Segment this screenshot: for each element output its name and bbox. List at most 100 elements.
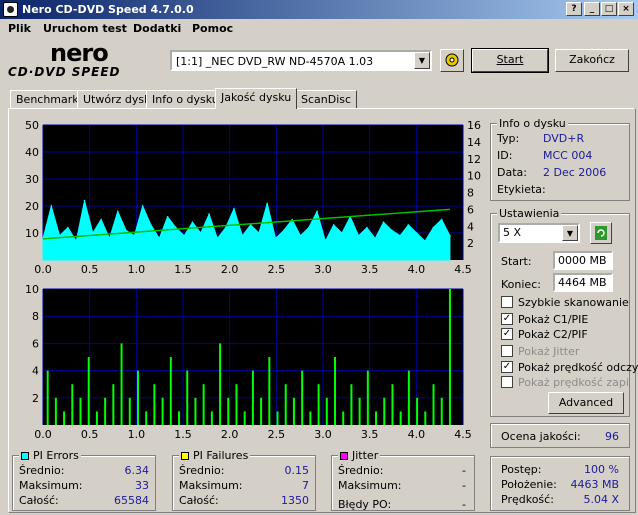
pie-point [299,234,302,237]
refresh-drive-button[interactable] [440,49,464,72]
pie-point [316,210,318,213]
x-tick-label: 3.5 [361,263,379,276]
pif-bar [79,397,82,425]
help-icon[interactable]: ? [566,2,582,16]
pie-point [175,226,177,229]
chevron-down-icon[interactable]: ▼ [562,225,578,241]
quality-value: 96 [605,430,619,443]
close-icon[interactable]: × [618,2,634,16]
title-bar[interactable]: Nero CD-DVD Speed 4.7.0.0 ? _ □ × [0,0,638,19]
pie-point [50,205,53,207]
check-show-write-speed[interactable]: Pokaż prędkość zapisu [501,376,629,390]
tab-scandisc[interactable]: ScanDisc [295,90,358,109]
pif-bar [292,397,295,425]
pif-bar [227,397,230,425]
end-label: Koniec: [501,278,541,291]
pie-point [341,232,343,234]
menu-dodatki[interactable]: Dodatki [133,22,181,35]
pif-bar [54,397,57,425]
pie-point [440,218,443,221]
checkbox[interactable] [501,296,513,308]
jitter-swatch [340,452,348,460]
chevron-down-icon[interactable]: ▼ [414,52,430,69]
menu-bar: Plik Uruchom test Dodatki Pomoc [0,19,638,38]
pie-point [241,234,244,237]
refresh-icon [595,226,607,240]
pif-bar [243,411,246,425]
checkbox[interactable]: ✓ [501,313,513,325]
pie-point [183,234,185,237]
tab-create-disc[interactable]: Utwórz dysk [77,90,157,109]
disc-date-value: 2 Dec 2006 [543,166,607,179]
app-icon [3,2,18,17]
pi-errors-title: PI Errors [33,449,79,462]
start-input[interactable]: 0000 MB [553,251,613,270]
checkbox[interactable]: ✓ [501,328,513,340]
pie-point [199,232,202,234]
pif-bar [251,370,254,425]
pif-bar [448,289,451,425]
maximize-icon[interactable]: □ [601,2,617,16]
y-tick-label: 4 [32,365,39,378]
tab-benchmark[interactable]: Benchmark [10,90,85,109]
y-right-tick-label: 16 [467,119,481,132]
jitter-box: Jitter Średnio: - Maksimum: - Błędy PO: … [331,449,475,511]
menu-plik[interactable]: Plik [8,22,31,35]
checkbox[interactable] [501,376,513,388]
pif-bar [104,397,107,425]
quality-box: Ocena jakości: 96 [490,423,630,448]
x-tick-label: 3.0 [314,263,332,276]
pie-point [382,221,385,223]
y-right-tick-label: 2 [467,237,474,250]
pie-point [166,216,169,218]
pie-point [224,226,227,229]
x-tick-label: 2.0 [221,428,239,441]
progress-label: Postęp: [501,463,542,476]
x-tick-label: 4.0 [408,263,426,276]
pif-avg-label: Średnio: [179,464,225,477]
jitter-avg-label: Średnio: [338,464,384,477]
advanced-button[interactable]: Advanced [548,392,624,414]
menu-pomoc[interactable]: Pomoc [192,22,233,35]
speed-refresh-button[interactable] [590,222,612,244]
pif-bar [391,384,394,425]
speed-select[interactable]: 5 X ▼ [498,223,580,243]
pie-point [208,213,210,215]
menu-uruchom-test[interactable]: Uruchom test [43,22,127,35]
x-tick-label: 1.5 [174,428,192,441]
checkbox[interactable] [501,345,513,357]
checkbox[interactable]: ✓ [501,361,513,373]
tab-disc-info[interactable]: Info o dysku [146,90,225,109]
pif-bar [276,411,279,425]
x-tick-label: 0.0 [34,428,52,441]
exit-button[interactable]: Zakończ [555,49,629,72]
end-input[interactable]: 4464 MB [553,273,613,292]
disc-date-label: Data: [497,166,527,179]
start-button[interactable]: Start [471,48,549,73]
x-tick-label: 1.0 [128,263,146,276]
pie-point [374,237,376,240]
disc-label-label: Etykieta: [497,183,546,196]
pie-point [274,237,277,240]
pie-point [191,221,194,223]
y-right-tick-label: 14 [467,136,481,149]
pif-bar [194,397,197,425]
minimize-icon[interactable]: _ [584,2,600,16]
y-right-tick-label: 4 [467,220,474,233]
pi-failures-box: PI Failures Średnio: 0.15 Maksimum: 7 Ca… [172,449,316,511]
pie-point [424,240,426,242]
y-tick-label: 8 [32,310,39,323]
pif-bar [186,370,189,425]
pif-max-label: Maksimum: [179,479,243,492]
speed-value: 5.04 X [583,493,619,506]
disc-info-box: Info o dysku Typ: DVD+R ID: MCC 004 Data… [490,117,630,201]
tab-disc-quality[interactable]: Jakość dysku [215,88,298,109]
pie-point [83,199,86,202]
pie-point [100,218,102,221]
pi-total-value: 65584 [114,494,149,507]
window-title: Nero CD-DVD Speed 4.7.0.0 [22,3,194,16]
pif-bar [178,411,181,425]
drive-select[interactable]: [1:1] _NEC DVD_RW ND-4570A 1.03 ▼ [170,50,432,71]
y-tick-label: 30 [25,173,39,186]
x-tick-label: 4.0 [408,428,426,441]
